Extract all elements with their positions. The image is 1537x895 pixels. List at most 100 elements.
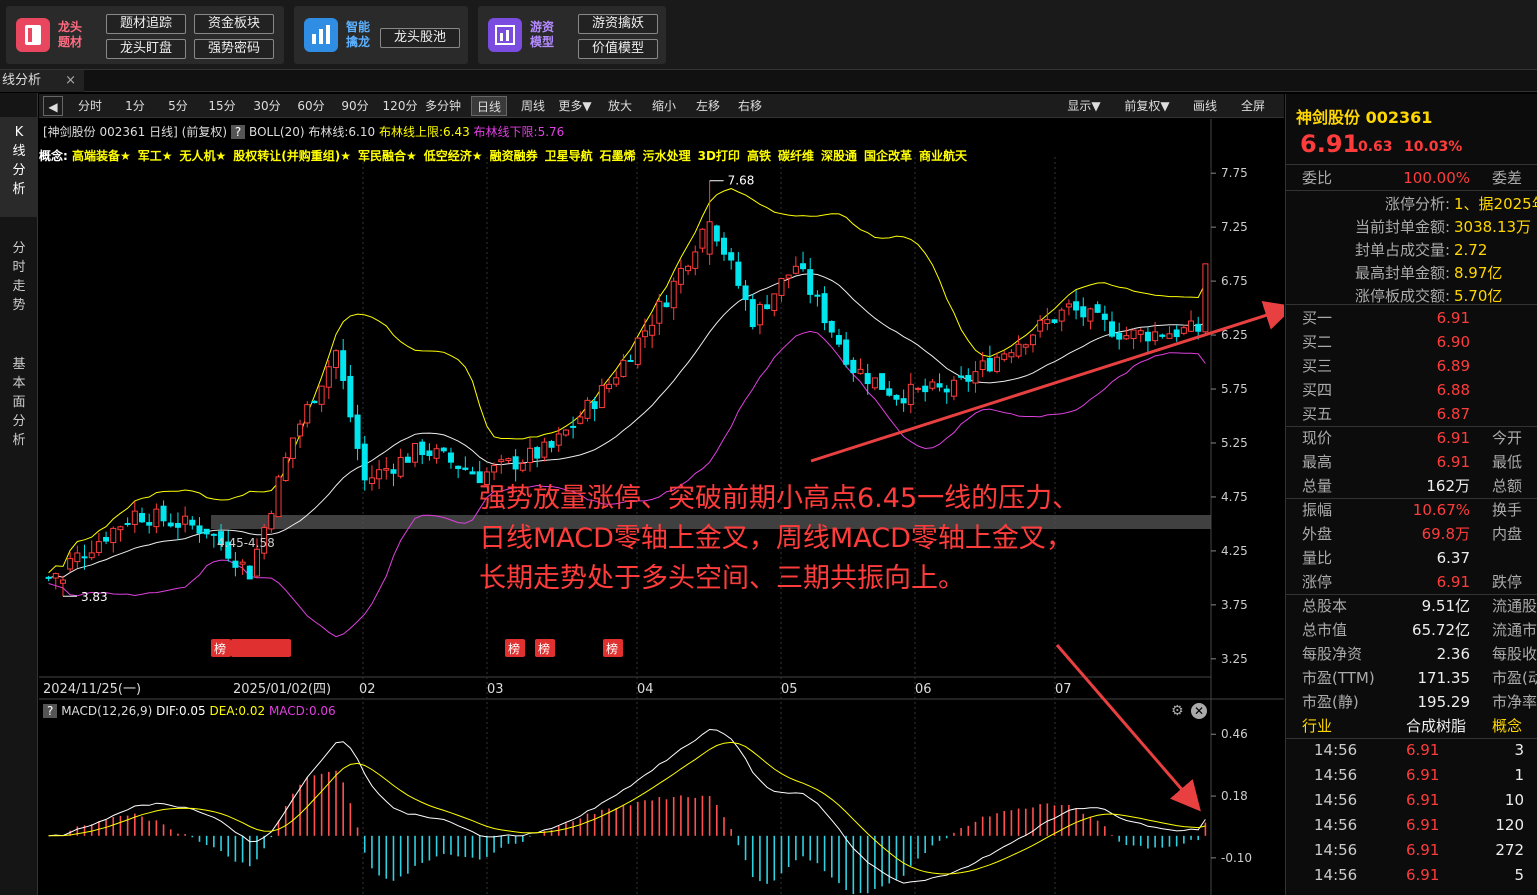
period-button[interactable]: 90分	[337, 96, 373, 116]
smart-capture-icon[interactable]	[304, 18, 338, 52]
back-button[interactable]: ◀	[43, 96, 63, 116]
concept-label[interactable]: 概念	[1492, 714, 1522, 738]
strength-code-button[interactable]: 强势密码	[194, 39, 274, 59]
side-item-kline[interactable]: K 线 分 析	[0, 117, 38, 217]
tab-kline-analysis[interactable]: 线分析 ×	[0, 70, 84, 92]
candle-body	[246, 565, 253, 580]
candle-body	[713, 225, 720, 242]
period-button[interactable]: 分时	[71, 96, 109, 116]
period-button[interactable]: 1分	[117, 96, 153, 116]
candle-body	[1144, 331, 1151, 342]
quote-value: 6.91	[1436, 573, 1470, 591]
candle-body	[958, 375, 965, 378]
candle-body	[577, 416, 584, 424]
quote-label: 市盈(静)	[1302, 693, 1359, 711]
high-label: 7.68	[728, 174, 755, 188]
macd-info-line: ? MACD(12,26,9) DIF:0.05 DEA:0.02 MACD:0…	[43, 704, 336, 718]
candle-body	[1094, 304, 1101, 313]
candle-body	[692, 251, 699, 269]
candle-body	[950, 379, 957, 397]
period-button[interactable]: 放大	[601, 96, 639, 116]
tab-label: 线分析	[2, 73, 42, 88]
period-button[interactable]: 周线	[515, 96, 551, 116]
period-button[interactable]: 120分	[381, 96, 419, 116]
period-button[interactable]: 更多▼	[555, 96, 595, 116]
candle-body	[160, 505, 167, 522]
candle-body	[778, 278, 785, 296]
annotation-line-2: 日线MACD零轴上金叉，周线MACD零轴上金叉，	[479, 523, 1073, 554]
period-button[interactable]: 右移	[731, 96, 769, 116]
industry-value[interactable]: 合成树脂	[1406, 714, 1466, 738]
limit-info-value: 1、据2025年	[1454, 195, 1537, 213]
macd-label: MACD(12,26,9)	[61, 704, 153, 718]
candle-body	[498, 459, 505, 463]
period-button[interactable]: 30分	[249, 96, 285, 116]
price-tick-label: 7.75	[1221, 166, 1248, 180]
leader-pool-button[interactable]: 龙头股池	[380, 28, 460, 48]
period-button[interactable]: 5分	[161, 96, 195, 116]
period-button[interactable]: 左移	[689, 96, 727, 116]
candle-body	[325, 366, 332, 388]
hot-money-monster-button[interactable]: 游资擒妖	[578, 14, 658, 34]
candle-body	[656, 300, 663, 324]
macd-help-icon[interactable]: ?	[43, 704, 58, 718]
fullscreen-button[interactable]: 全屏	[1233, 96, 1273, 116]
close-icon[interactable]: ×	[65, 70, 76, 92]
candle-body	[88, 552, 95, 559]
display-button[interactable]: 显示▼	[1061, 96, 1107, 116]
hot-money-icon[interactable]	[488, 18, 522, 52]
bid-row: 买二 6.90	[1286, 330, 1537, 354]
capital-sector-button[interactable]: 资金板块	[194, 14, 274, 34]
period-button[interactable]: 多分钟	[423, 96, 463, 116]
tick-volume: 3	[1514, 741, 1524, 759]
period-button[interactable]: 日线	[471, 96, 507, 116]
side-item-fundamental[interactable]: 基 本 面 分 析	[0, 355, 38, 465]
close-icon[interactable]: ✕	[1191, 703, 1207, 719]
tick-time: 14:56	[1314, 816, 1358, 834]
candle-body	[591, 401, 598, 410]
tick-volume: 10	[1504, 791, 1524, 809]
industry-label: 行业	[1302, 717, 1333, 735]
draw-line-button[interactable]: 画线	[1185, 96, 1225, 116]
tick-row: 14:56 6.91 10	[1286, 788, 1537, 812]
tick-time: 14:56	[1314, 791, 1358, 809]
tick-volume: 272	[1495, 841, 1524, 859]
macd-value: MACD:0.06	[268, 704, 336, 718]
price-change-pct: 10.03%	[1404, 139, 1463, 155]
period-button[interactable]: 15分	[203, 96, 241, 116]
adjust-button[interactable]: 前复权▼	[1119, 96, 1175, 116]
period-button[interactable]: 缩小	[645, 96, 683, 116]
chart-area[interactable]: [神剑股份 002361 日线] (前复权) ? BOLL(20) 布林线:6.…	[39, 119, 1284, 895]
candle-body	[347, 375, 354, 418]
candle-body	[1087, 308, 1094, 322]
dragon-theme-label: 龙头 题材	[58, 20, 83, 49]
topic-tracking-button[interactable]: 题材追踪	[106, 14, 186, 34]
candle-body	[555, 433, 562, 446]
side-item-intraday[interactable]: 分 时 走 势	[0, 239, 38, 339]
quote-value: 171.35	[1417, 669, 1471, 687]
quote-right-label: 流通市	[1492, 621, 1537, 639]
gear-icon[interactable]: ⚙	[1171, 703, 1187, 719]
candle-body	[1073, 301, 1080, 311]
quote-row: 现价 6.91 今开	[1286, 426, 1537, 450]
candle-body	[1051, 319, 1058, 323]
period-button[interactable]: 60分	[293, 96, 329, 116]
tick-price: 6.91	[1406, 816, 1440, 834]
dragon-theme-icon[interactable]	[16, 18, 50, 52]
candle-body	[800, 263, 807, 270]
quote-value: 6.91	[1436, 429, 1470, 447]
quote-label: 总股本	[1302, 597, 1348, 615]
price-tick-label: 3.75	[1221, 598, 1248, 612]
bid-row: 买五 6.87	[1286, 402, 1537, 426]
side-item-label: 基 本 面 分 析	[12, 357, 26, 448]
value-model-button[interactable]: 价值模型	[578, 39, 658, 59]
candle-body	[670, 280, 677, 309]
tick-row: 14:56 6.91 3	[1286, 738, 1537, 762]
leader-watch-button[interactable]: 龙头盯盘	[106, 39, 186, 59]
candle-body	[728, 252, 735, 261]
limit-info-row: 最高封单金额: 8.97亿	[1286, 261, 1537, 285]
quote-label: 市盈(TTM)	[1302, 669, 1375, 687]
candle-body	[74, 552, 81, 563]
macd-dif-line	[48, 728, 1206, 884]
candle-body	[613, 377, 620, 385]
